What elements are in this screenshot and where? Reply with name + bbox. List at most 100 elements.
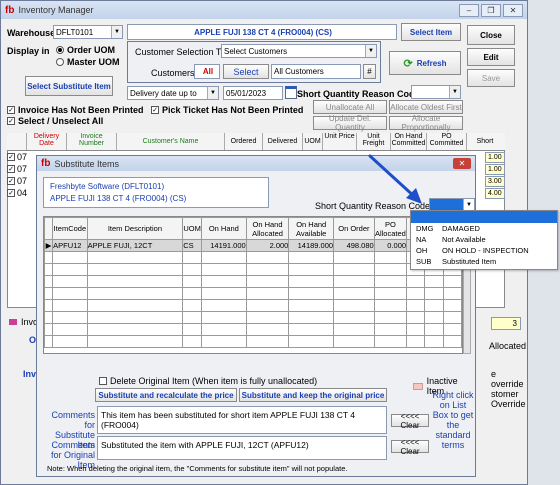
column-header[interactable]: Short [467,133,503,150]
refresh-label: Refresh [416,58,447,68]
column-header[interactable]: Customer's Name [117,133,225,150]
sq-reason-select[interactable]: ▼ [411,85,461,99]
column-header[interactable]: Delivery Date [27,133,67,150]
select-substitute-item-button[interactable]: Select Substitute Item [25,76,113,96]
invoice-legend: Invo [9,317,38,327]
short-cell[interactable]: 1.00 [485,164,505,175]
clear-substitute-button[interactable]: <<<< Clear [391,412,429,430]
substitute-keep-price-button[interactable]: Substitute and keep the original price [239,388,387,402]
column-header[interactable]: UOM [303,133,323,150]
main-titlebar: fb Inventory Manager – ❐ ✕ [1,1,527,19]
warehouse-value: DFLT0101 [56,27,94,37]
unallocate-all-button[interactable]: Unallocate All [313,100,387,114]
warehouse-label: Warehouse [7,28,56,38]
column-header[interactable]: PO Allocated [373,217,408,240]
column-header[interactable]: ItemCode [52,217,88,240]
master-uom-radio[interactable]: Master UOM [56,57,120,67]
table-row[interactable]: ✓ 07 [7,176,27,186]
legend-swatch [413,382,423,390]
calendar-icon[interactable] [285,86,297,99]
column-header[interactable]: Unit Freight [357,133,391,150]
column-header[interactable]: On Hand Committed [391,133,427,150]
short-cell[interactable]: 3.00 [485,176,505,187]
option-code: OH [416,246,428,255]
invoice-not-printed-checkbox[interactable]: ✓ Invoice Has Not Been Printed [7,105,144,115]
column-header[interactable]: On Hand Available [288,217,335,240]
order-uom-radio[interactable]: Order UOM [56,45,115,55]
row-date: 07 [17,176,28,186]
company-info-box: Freshbyte Software (DFLT0101) APPLE FUJI… [43,177,269,208]
option-code: NA [416,235,427,244]
short-cell[interactable]: 4.00 [485,188,505,199]
column-header[interactable]: On Hand Allocated [245,217,290,240]
dropdown-option-na[interactable]: NA Not Available [411,234,557,245]
option-label: Not Available [442,235,486,244]
dropdown-option-oh[interactable]: OH ON HOLD - INSPECTION [411,245,557,256]
warehouse-select[interactable]: DFLT0101 ▼ [53,25,123,39]
close-button[interactable]: Close [467,25,515,45]
substitute-recalculate-button[interactable]: Substitute and recalculate the price [95,388,237,402]
select-unselect-all-label: Select / Unselect All [18,116,104,126]
customer-selection-type-select[interactable]: Select Customers ▼ [221,44,377,58]
short-cell[interactable]: 1.00 [485,152,505,163]
po-allocated-cell: 0.000 [373,239,408,252]
dialog-close-icon[interactable]: ✕ [453,158,471,169]
pick-ticket-not-printed-label: Pick Ticket Has Not Been Printed [162,105,304,115]
table-row[interactable]: ✓ 07 [7,152,27,162]
select-unselect-all-checkbox[interactable]: ✓ Select / Unselect All [7,116,103,126]
invoice-not-printed-label: Invoice Has Not Been Printed [18,105,144,115]
column-header[interactable]: On Order [333,217,375,240]
close-window-icon[interactable]: ✕ [503,3,523,17]
update-del-quantity-button[interactable]: Update Del. Quantity [313,114,387,132]
comments-original-field[interactable]: Substituted the item with APPLE FUJI, 12… [97,436,387,460]
customers-value: All Customers [274,67,324,76]
option-code: DMG [416,224,434,233]
delivery-date-select[interactable]: Delivery date up to ▼ [127,86,219,100]
customers-select-button[interactable]: Select [223,64,269,79]
pick-ticket-not-printed-checkbox[interactable]: ✓ Pick Ticket Has Not Been Printed [151,105,303,115]
save-button[interactable]: Save [467,69,515,87]
short-column: 1.00 1.00 3.00 4.00 [485,152,505,199]
sq-reason-label: Short Quantity Reason Code [297,89,420,99]
option-code: SUB [416,257,432,266]
arrow-annotation-icon [368,154,422,204]
allocate-proportionally-button[interactable]: Allocate Proportionally [389,114,463,132]
dialog-title: Substitute Items [54,158,119,169]
refresh-button[interactable]: ⟳ Refresh [389,51,461,75]
delivery-date-field[interactable]: 05/01/2023 [223,86,283,100]
option-label: DAMAGED [442,224,480,233]
display-in-label: Display in [7,46,50,56]
on-hand-allocated-cell: 2.000 [245,239,290,252]
column-header[interactable]: UOM [182,217,202,240]
restore-icon[interactable]: ❐ [481,3,501,17]
delete-original-label: Delete Original Item (When item is fully… [110,376,318,386]
column-header[interactable]: PO Committed [427,133,467,150]
column-header[interactable]: Delivered [263,133,303,150]
standard-terms-hint: Right click on List Box to get the stand… [432,390,474,450]
dropdown-option-sub[interactable]: SUB Substituted Item [411,256,557,267]
customers-lookup-button[interactable]: # [363,64,376,79]
table-row[interactable]: ✓ 04 [7,188,27,198]
column-header[interactable]: Invoice Number [67,133,117,150]
row-date: 07 [17,164,28,174]
comments-substitute-field[interactable]: This item has been substituted for short… [97,406,387,434]
comments-original-value: Substituted the item with APPLE FUJI, 12… [101,440,309,450]
column-header[interactable]: Unit Price [323,133,357,150]
table-row[interactable]: ▶ APFU12 APPLE FUJI, 12CT CS 14191.000 2… [44,239,462,252]
column-header[interactable]: On Hand [200,217,247,240]
select-item-button[interactable]: Select Item [401,23,461,41]
override-line: e override [491,369,524,389]
column-header[interactable]: Ordered [225,133,263,150]
chevron-down-icon: ▼ [449,86,460,98]
allocate-oldest-first-button[interactable]: Allocate Oldest First [389,100,463,114]
row-date: 07 [17,152,28,162]
dropdown-option-dmg[interactable]: DMG DAMAGED [411,223,557,234]
minimize-icon[interactable]: – [459,3,479,17]
clear-original-button[interactable]: <<<< Clear [391,438,429,456]
table-row[interactable]: ✓ 07 [7,164,27,174]
delivery-date-value: 05/01/2023 [226,88,267,98]
edit-button[interactable]: Edit [467,48,515,66]
column-header[interactable]: Item Description [86,217,184,240]
on-order-cell: 498.080 [333,239,375,252]
delete-original-checkbox[interactable]: Delete Original Item (When item is fully… [99,376,317,386]
